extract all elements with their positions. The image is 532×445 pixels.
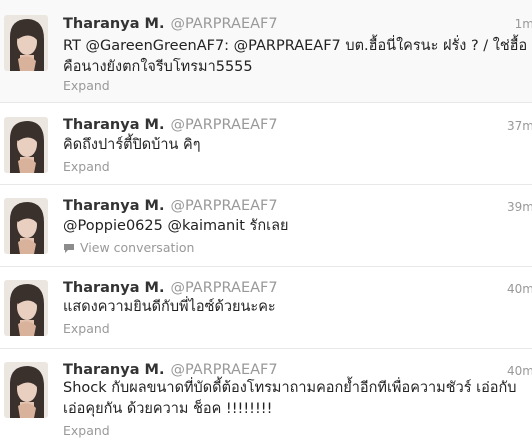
avatar[interactable] [4, 198, 48, 254]
tweet-timestamp[interactable]: 40m [507, 280, 532, 298]
tweet-fullname[interactable]: Tharanya M. [63, 362, 164, 378]
tweet-fullname[interactable]: Tharanya M. [63, 198, 164, 214]
tweet-text: Shock กับผลขนาดที่บัดดี้ต้องโทรมาถามคอกย… [63, 380, 517, 417]
tweet-text: คิดถึงปาร์ตี้ปิดบ้าน คิๆ [63, 137, 201, 153]
tweet-item[interactable]: Tharanya M. @PARPRAEAF7 40m แสดงความยินดี… [0, 267, 532, 349]
avatar[interactable] [4, 280, 48, 336]
tweet-fullname[interactable]: Tharanya M. [63, 280, 164, 296]
tweet-header: Tharanya M. @PARPRAEAF7 [63, 115, 278, 135]
view-conversation-label: View conversation [80, 240, 195, 255]
tweet-username[interactable]: @PARPRAEAF7 [170, 16, 277, 32]
view-conversation-link[interactable]: View conversation [63, 240, 194, 258]
tweet-header: Tharanya M. @PARPRAEAF7 [63, 196, 278, 216]
tweet-timestamp[interactable]: 37m [507, 117, 532, 135]
tweet-header: Tharanya M. @PARPRAEAF7 [63, 278, 278, 298]
expand-link[interactable]: Expand [63, 78, 110, 94]
avatar[interactable] [4, 117, 48, 173]
tweet-username[interactable]: @PARPRAEAF7 [170, 198, 277, 214]
tweet-timestamp[interactable]: 1m [515, 15, 532, 33]
speech-bubble-icon [63, 242, 75, 258]
tweet-header: Tharanya M. @PARPRAEAF7 [63, 360, 278, 380]
tweet-item[interactable]: Tharanya M. @PARPRAEAF7 39m @Poppie0625 @… [0, 185, 532, 267]
expand-link[interactable]: Expand [63, 321, 110, 337]
tweet-username[interactable]: @PARPRAEAF7 [170, 280, 277, 296]
tweet-fullname[interactable]: Tharanya M. [63, 117, 164, 133]
tweet-fullname[interactable]: Tharanya M. [63, 16, 164, 32]
tweet-item[interactable]: Tharanya M. @PARPRAEAF7 1m RT @GareenGree… [0, 0, 532, 103]
tweet-header: Tharanya M. @PARPRAEAF7 [63, 14, 278, 34]
tweet-item[interactable]: Tharanya M. @PARPRAEAF7 40m Shock กับผลขน… [0, 349, 532, 445]
tweet-stream: Tharanya M. @PARPRAEAF7 1m RT @GareenGree… [0, 0, 532, 445]
tweet-text: @Poppie0625 @kaimanit รักเลย [63, 218, 289, 234]
tweet-username[interactable]: @PARPRAEAF7 [170, 117, 277, 133]
tweet-timestamp[interactable]: 39m [507, 198, 532, 216]
expand-link[interactable]: Expand [63, 423, 110, 439]
tweet-text: RT @GareenGreenAF7: @PARPRAEAF7 บต.ฮื้อน… [63, 38, 528, 75]
tweet-username[interactable]: @PARPRAEAF7 [170, 362, 277, 378]
expand-link[interactable]: Expand [63, 159, 110, 175]
avatar[interactable] [4, 15, 48, 71]
tweet-item[interactable]: Tharanya M. @PARPRAEAF7 37m คิดถึงปาร์ตี้… [0, 103, 532, 185]
tweet-text: แสดงความยินดีกับพี่ไอซ์ด้วยนะคะ [63, 299, 276, 315]
avatar[interactable] [4, 362, 48, 418]
